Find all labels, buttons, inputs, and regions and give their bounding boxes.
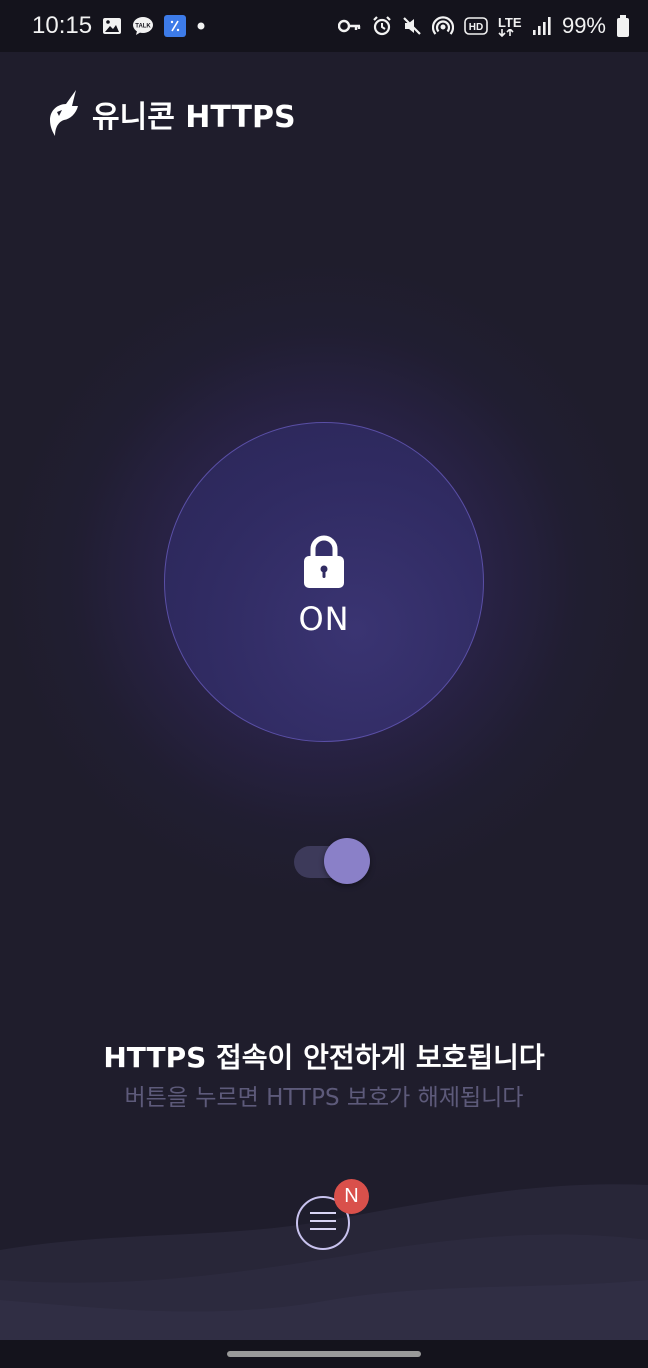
app-header: 유니콘 HTTPS	[46, 88, 296, 140]
navigation-bar	[0, 1340, 648, 1368]
power-state-label: ON	[298, 600, 350, 638]
home-indicator[interactable]	[227, 1351, 421, 1357]
status-right: HD LTE 99%	[337, 13, 630, 39]
app-screen: 10:15 TALK HD LTE 99% 유니콘 HTTPS ON HTTPS…	[0, 0, 648, 1368]
hotspot-icon	[431, 16, 454, 36]
battery-icon	[616, 15, 630, 37]
alarm-icon	[372, 16, 392, 36]
battery-percent: 99%	[561, 13, 606, 38]
gallery-icon	[102, 16, 122, 36]
unicorn-logo-icon	[46, 88, 82, 140]
mute-icon	[402, 16, 422, 36]
key-icon	[337, 18, 362, 34]
status-message-subtitle: 버튼을 누르면 HTTPS 보호가 해제됩니다	[124, 1085, 524, 1111]
svg-text:HD: HD	[469, 22, 483, 33]
hd-icon: HD	[464, 17, 488, 35]
app-icon	[164, 15, 187, 37]
signal-icon	[532, 16, 552, 36]
kakaotalk-icon: TALK	[132, 16, 154, 36]
notification-badge: N	[334, 1179, 369, 1214]
dot-icon	[196, 21, 206, 31]
status-time: 10:15	[32, 12, 93, 39]
hamburger-icon	[310, 1212, 336, 1234]
https-protection-button[interactable]: ON	[164, 422, 484, 742]
status-message-title: HTTPS 접속이 안전하게 보호됩니다	[103, 1041, 545, 1074]
svg-text:TALK: TALK	[135, 24, 151, 30]
app-title: 유니콘 HTTPS	[92, 100, 296, 135]
lock-icon	[302, 534, 346, 594]
protection-toggle[interactable]	[294, 838, 370, 884]
status-left: 10:15 TALK	[32, 12, 206, 40]
lte-icon: LTE	[498, 16, 522, 37]
lte-label: LTE	[497, 14, 522, 30]
toggle-knob[interactable]	[324, 838, 370, 884]
status-bar: 10:15 TALK HD LTE 99%	[0, 0, 648, 52]
